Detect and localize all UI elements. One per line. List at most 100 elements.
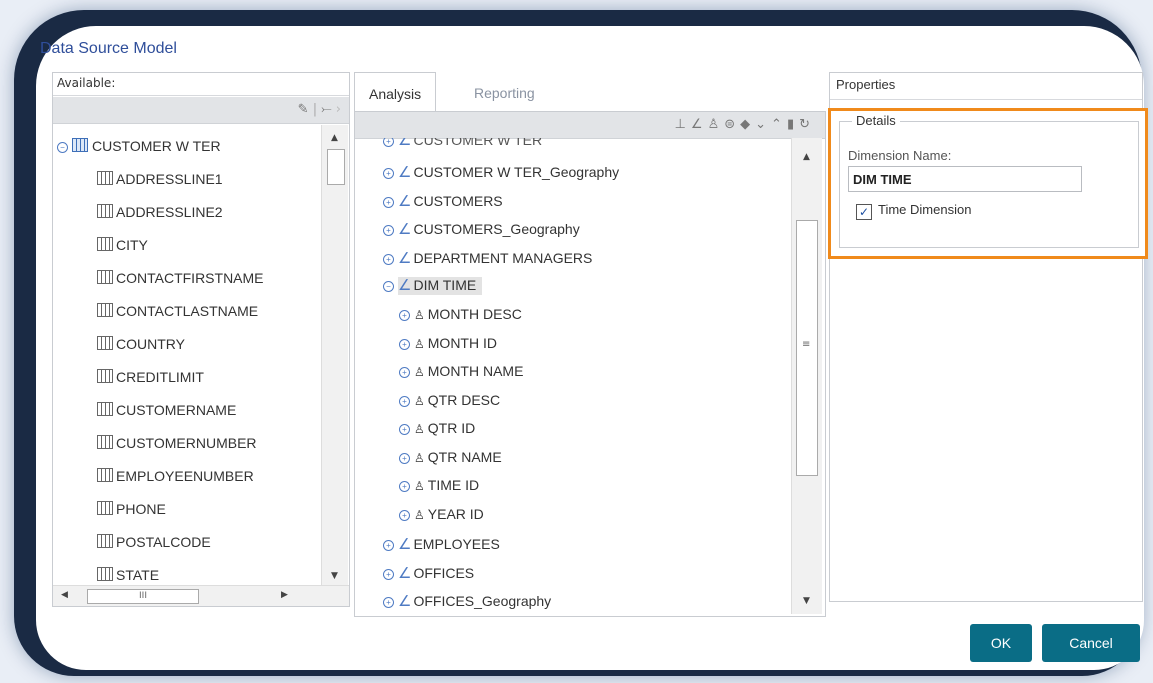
dimension-icon: ∠: [398, 277, 412, 294]
dimension-item[interactable]: + ∠ CUSTOMERS_Geography: [383, 220, 580, 238]
details-legend: Details: [852, 113, 900, 128]
column-item[interactable]: COUNTRY: [97, 336, 185, 352]
tab-analysis[interactable]: Analysis: [354, 72, 437, 113]
column-icon: [97, 171, 113, 185]
column-item[interactable]: CREDITLIMIT: [97, 369, 204, 385]
edit-icon[interactable]: ✎: [298, 102, 309, 117]
expand-icon[interactable]: +: [383, 568, 394, 580]
level-icon: ♙: [414, 479, 425, 493]
cancel-button[interactable]: Cancel: [1042, 624, 1140, 662]
expand-icon[interactable]: +: [399, 509, 410, 521]
level-icon: ♙: [414, 393, 425, 408]
dimension-name-label: Dimension Name:: [848, 148, 952, 163]
expand-icon[interactable]: +: [383, 253, 394, 265]
column-icon: [97, 534, 113, 548]
ok-button[interactable]: OK: [970, 624, 1032, 662]
measure-icon[interactable]: ⊜: [724, 117, 740, 132]
column-item[interactable]: STATE: [97, 567, 159, 583]
expand-icon[interactable]: +: [399, 424, 410, 435]
level-icon[interactable]: ♙: [708, 117, 725, 132]
column-icon: [97, 567, 113, 581]
expand-icon[interactable]: +: [399, 452, 410, 464]
refresh-icon[interactable]: ↻: [799, 117, 815, 132]
tree-root-customer-w-ter[interactable]: − CUSTOMER W TER: [57, 138, 221, 154]
column-icon: [97, 303, 113, 317]
available-tree[interactable]: − CUSTOMER W TER ADDRESSLINE1 ADDRESSLINE2…: [53, 125, 321, 585]
move-up-icon[interactable]: ⌃: [771, 117, 787, 132]
expand-icon[interactable]: +: [383, 597, 394, 608]
model-tabs: Analysis Reporting: [354, 72, 824, 113]
level-item[interactable]: + ♙ MONTH DESC: [399, 306, 522, 322]
analysis-tree[interactable]: + ∠ CUSTOMER W TER + ∠ CUSTOMER W TER_Geogra…: [355, 138, 789, 614]
column-item[interactable]: CUSTOMERNAME: [97, 402, 236, 418]
column-icon: [97, 369, 113, 383]
properties-panel: Properties Details Dimension Name: DIM T…: [828, 72, 1148, 602]
dimension-icon[interactable]: ∠: [691, 117, 708, 132]
scroll-thumb[interactable]: ≡: [796, 220, 818, 476]
available-panel: Available: ✎ | ⤚ › − CUSTOMER W TER ADDRE…: [52, 72, 350, 607]
delete-icon[interactable]: ▮: [787, 117, 799, 132]
expand-icon[interactable]: +: [399, 395, 410, 407]
expand-icon[interactable]: +: [383, 225, 394, 236]
scroll-right-icon[interactable]: ▶: [281, 590, 288, 600]
level-item[interactable]: + ♙ QTR NAME: [399, 449, 502, 465]
expand-icon[interactable]: +: [383, 168, 394, 179]
tree-item-dim-time[interactable]: − ∠ DIM TIME: [383, 276, 483, 295]
column-item[interactable]: ADDRESSLINE1: [97, 171, 223, 187]
expand-icon[interactable]: +: [399, 338, 410, 350]
collapse-icon[interactable]: −: [383, 281, 394, 292]
column-item[interactable]: PHONE: [97, 501, 166, 517]
level-item[interactable]: + ♙ YEAR ID: [399, 506, 484, 522]
scroll-left-icon[interactable]: ◀: [61, 590, 68, 600]
chevron-right-icon[interactable]: ›: [336, 102, 341, 117]
available-vertical-scrollbar[interactable]: ▲ ▼: [321, 125, 348, 585]
column-icon: [97, 435, 113, 449]
scroll-up-icon[interactable]: ▲: [331, 133, 338, 143]
tag-icon[interactable]: ◆: [740, 117, 755, 132]
expand-icon[interactable]: +: [399, 367, 410, 378]
scroll-down-icon[interactable]: ▼: [803, 596, 810, 606]
level-item[interactable]: + ♙ TIME ID: [399, 477, 479, 493]
scroll-up-icon[interactable]: ▲: [803, 152, 810, 162]
hierarchy-add-icon[interactable]: ⊥: [675, 117, 691, 132]
available-horizontal-scrollbar[interactable]: ◀ III ▶: [53, 585, 349, 606]
column-item[interactable]: EMPLOYEENUMBER: [97, 468, 254, 484]
dialog-title: Data Source Model: [40, 40, 177, 57]
column-item[interactable]: CUSTOMERNUMBER: [97, 435, 257, 451]
column-item[interactable]: CONTACTLASTNAME: [97, 303, 258, 319]
scroll-thumb[interactable]: [327, 149, 345, 185]
dimension-item[interactable]: + ∠ CUSTOMERS: [383, 192, 503, 210]
expand-icon[interactable]: +: [383, 540, 394, 551]
level-item[interactable]: + ♙ QTR ID: [399, 420, 475, 436]
selected-item[interactable]: ∠ DIM TIME: [398, 277, 483, 295]
dimension-item[interactable]: + ∠ EMPLOYEES: [383, 535, 500, 553]
level-item[interactable]: + ♙ QTR DESC: [399, 392, 500, 408]
level-item[interactable]: + ♙ MONTH ID: [399, 335, 497, 351]
dimension-item[interactable]: + ∠ CUSTOMER W TER_Geography: [383, 163, 619, 181]
analysis-vertical-scrollbar[interactable]: ▲ ≡ ▼: [791, 138, 822, 614]
dimension-item[interactable]: + ∠ DEPARTMENT MANAGERS: [383, 249, 592, 267]
dimension-item[interactable]: + ∠ OFFICES_Geography: [383, 592, 551, 610]
available-toolbar-icons: ✎ | ⤚ ›: [297, 102, 341, 117]
tab-reporting[interactable]: Reporting: [460, 72, 549, 112]
collapse-icon[interactable]: −: [57, 142, 68, 153]
level-item[interactable]: + ♙ MONTH NAME: [399, 363, 523, 379]
dimension-item[interactable]: + ∠ OFFICES: [383, 564, 474, 582]
dimension-name-input[interactable]: DIM TIME: [848, 166, 1082, 192]
expand-icon[interactable]: +: [383, 138, 394, 147]
split-icon[interactable]: ⤚: [321, 102, 331, 117]
column-item[interactable]: ADDRESSLINE2: [97, 204, 223, 220]
expand-icon[interactable]: +: [399, 310, 410, 321]
column-item[interactable]: POSTALCODE: [97, 534, 211, 550]
tree-item-partial[interactable]: + ∠ CUSTOMER W TER: [383, 138, 542, 149]
column-item[interactable]: CONTACTFIRSTNAME: [97, 270, 264, 286]
details-highlight: Details Dimension Name: DIM TIME ✓ Time …: [828, 108, 1148, 259]
time-dimension-checkbox[interactable]: ✓: [856, 204, 872, 220]
time-dimension-label[interactable]: Time Dimension: [878, 202, 971, 217]
move-down-icon[interactable]: ⌄: [755, 117, 771, 132]
scroll-thumb-horizontal[interactable]: III: [87, 589, 199, 604]
expand-icon[interactable]: +: [399, 481, 410, 492]
scroll-down-icon[interactable]: ▼: [331, 571, 338, 581]
column-item[interactable]: CITY: [97, 237, 148, 253]
expand-icon[interactable]: +: [383, 196, 394, 208]
